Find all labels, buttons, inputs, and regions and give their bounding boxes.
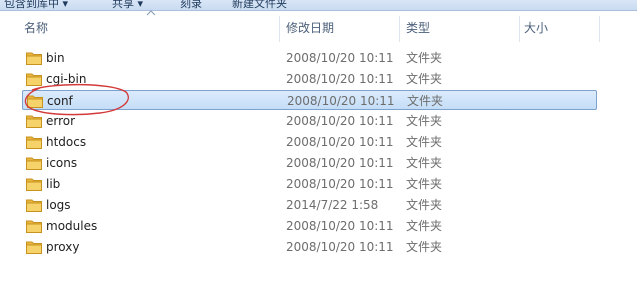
include-in-library-button[interactable]: 包含到库中 ▾ <box>4 0 68 10</box>
file-name: error <box>46 114 76 128</box>
burn-button[interactable]: 刻录 <box>180 0 202 10</box>
folder-icon <box>26 156 42 170</box>
file-modified: 2008/10/20 10:11 <box>286 219 394 233</box>
file-modified: 2008/10/20 10:11 <box>286 72 394 86</box>
file-name: conf <box>47 94 73 108</box>
column-size-header[interactable]: 大小 <box>524 14 598 42</box>
column-divider[interactable] <box>399 16 400 42</box>
file-row-conf[interactable]: conf 2008/10/20 10:11 文件夹 <box>22 90 597 110</box>
file-type: 文件夹 <box>406 177 443 191</box>
file-modified: 2008/10/20 10:11 <box>286 177 394 191</box>
folder-icon <box>26 114 42 128</box>
file-name: lib <box>46 177 61 191</box>
file-row-logs[interactable]: logs 2014/7/22 1:58 文件夹 <box>22 195 597 215</box>
file-type: 文件夹 <box>406 156 443 170</box>
file-row-proxy[interactable]: proxy 2008/10/20 10:11 文件夹 <box>22 237 597 257</box>
column-divider[interactable] <box>519 16 520 42</box>
file-name: logs <box>46 198 71 212</box>
file-modified: 2008/10/20 10:11 <box>286 114 394 128</box>
folder-icon <box>26 72 42 86</box>
folder-icon <box>26 51 42 65</box>
file-name: modules <box>46 219 98 233</box>
file-type: 文件夹 <box>406 240 443 254</box>
folder-icon <box>27 94 43 108</box>
file-name: bin <box>46 51 65 65</box>
file-modified: 2008/10/20 10:11 <box>286 156 394 170</box>
column-header-row: 名称 修改日期 类型 大小 <box>0 10 637 42</box>
file-modified: 2008/10/20 10:11 <box>287 94 395 108</box>
new-folder-button[interactable]: 新建文件夹 <box>232 0 287 10</box>
file-type: 文件夹 <box>406 219 443 233</box>
share-button[interactable]: 共享 ▾ <box>112 0 143 10</box>
file-row-htdocs[interactable]: htdocs 2008/10/20 10:11 文件夹 <box>22 132 597 152</box>
file-type: 文件夹 <box>407 94 444 108</box>
folder-icon <box>26 135 42 149</box>
file-type: 文件夹 <box>406 135 443 149</box>
column-divider[interactable] <box>599 16 600 42</box>
file-name: htdocs <box>46 135 87 149</box>
file-type: 文件夹 <box>406 198 443 212</box>
file-row-lib[interactable]: lib 2008/10/20 10:11 文件夹 <box>22 174 597 194</box>
folder-icon <box>26 198 42 212</box>
command-bar: 包含到库中 ▾ 共享 ▾ 刻录 新建文件夹 <box>0 0 637 11</box>
column-type-header[interactable]: 类型 <box>406 14 518 42</box>
file-type: 文件夹 <box>406 51 443 65</box>
file-name: proxy <box>46 240 80 254</box>
file-type: 文件夹 <box>406 114 443 128</box>
folder-icon <box>26 240 42 254</box>
file-name: cgi-bin <box>46 72 87 86</box>
file-type: 文件夹 <box>406 72 443 86</box>
file-name: icons <box>46 156 78 170</box>
file-modified: 2008/10/20 10:11 <box>286 51 394 65</box>
file-modified: 2014/7/22 1:58 <box>286 198 379 212</box>
file-row-bin[interactable]: bin 2008/10/20 10:11 文件夹 <box>22 48 597 68</box>
column-name-header[interactable]: 名称 <box>24 14 278 42</box>
file-modified: 2008/10/20 10:11 <box>286 135 394 149</box>
column-modified-header[interactable]: 修改日期 <box>286 14 398 42</box>
folder-icon <box>26 177 42 191</box>
file-row-cgi-bin[interactable]: cgi-bin 2008/10/20 10:11 文件夹 <box>22 69 597 89</box>
folder-icon <box>26 219 42 233</box>
file-modified: 2008/10/20 10:11 <box>286 240 394 254</box>
file-row-modules[interactable]: modules 2008/10/20 10:11 文件夹 <box>22 216 597 236</box>
file-row-error[interactable]: error 2008/10/20 10:11 文件夹 <box>22 111 597 131</box>
file-row-icons[interactable]: icons 2008/10/20 10:11 文件夹 <box>22 153 597 173</box>
column-divider[interactable] <box>279 16 280 42</box>
